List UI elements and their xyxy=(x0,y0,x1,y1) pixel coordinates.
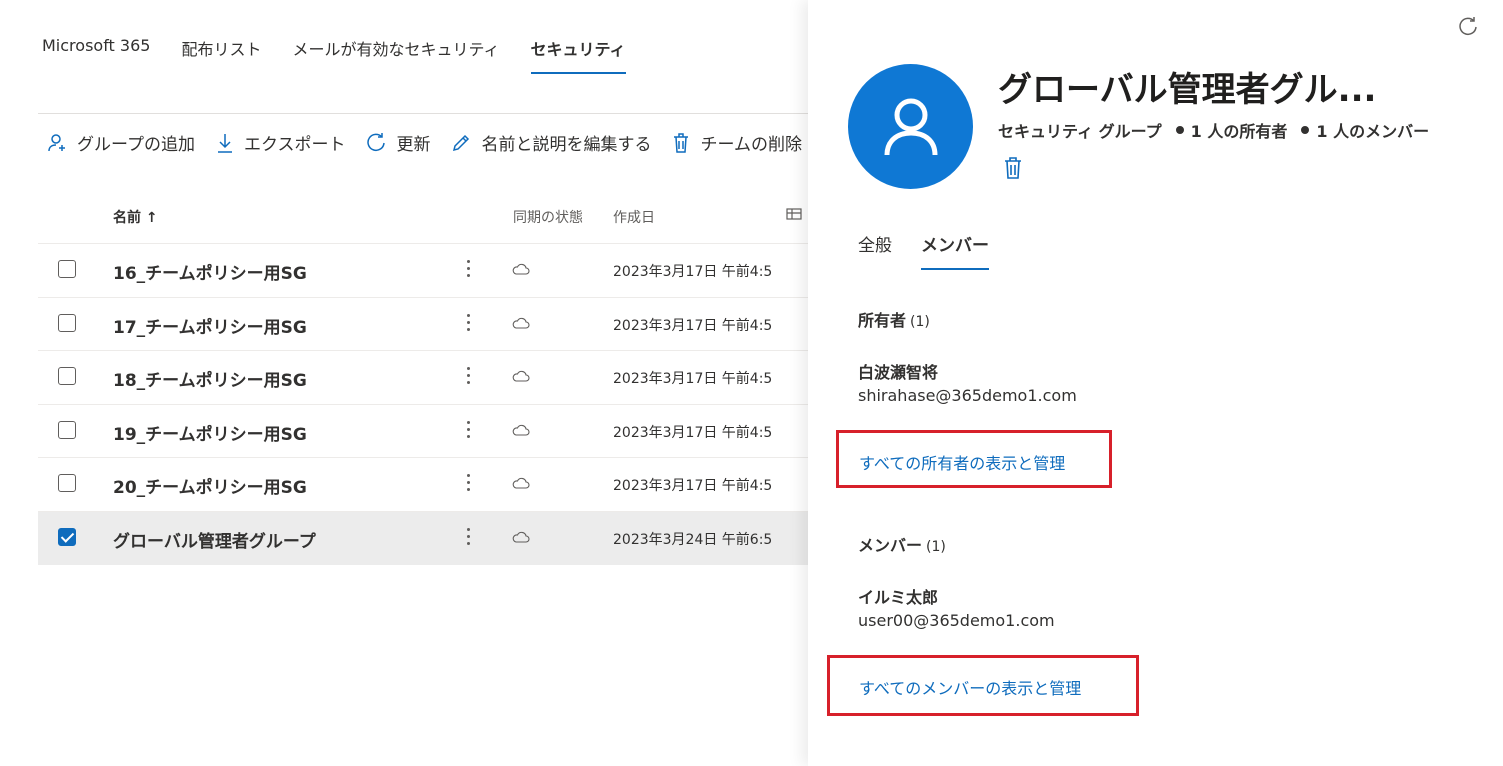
owners-count: 1 人の所有者 xyxy=(1190,122,1288,141)
group-name[interactable]: 17_チームポリシー用SG xyxy=(113,313,307,338)
group-details-panel: グローバル管理者グル... セキュリティ グループ 1 人の所有者 1 人のメン… xyxy=(808,0,1503,766)
delete-group-icon[interactable] xyxy=(1003,156,1023,184)
group-name[interactable]: 18_チームポリシー用SG xyxy=(113,366,307,391)
created-date: 2023年3月17日 午前4:55 xyxy=(613,371,773,387)
group-title: グローバル管理者グル... xyxy=(998,70,1377,110)
row-checkbox[interactable] xyxy=(58,474,76,492)
trash-icon xyxy=(674,132,689,153)
tab-distribution-list[interactable]: 配布リスト xyxy=(181,36,261,74)
tab-microsoft-365[interactable]: Microsoft 365 xyxy=(42,36,150,74)
members-heading-label: メンバー xyxy=(858,536,923,555)
column-options-icon[interactable] xyxy=(786,207,802,227)
table-row[interactable]: 20_チームポリシー用SG 2023年3月17日 午前4:55 xyxy=(38,457,808,511)
column-header-created[interactable]: 作成日 xyxy=(613,207,655,227)
download-icon xyxy=(217,133,232,153)
delete-team-label: チームの削除 xyxy=(700,135,802,155)
toolbar: グループの追加 エクスポート 更新 名前と説明を編集する チームの削除 xyxy=(46,130,808,155)
export-label: エクスポート xyxy=(243,135,346,155)
table-row[interactable]: 19_チームポリシー用SG 2023年3月17日 午前4:55 xyxy=(38,404,808,458)
row-checkbox[interactable] xyxy=(58,421,76,439)
row-checkbox[interactable] xyxy=(58,367,76,385)
created-date: 2023年3月24日 午前6:51 xyxy=(613,532,773,548)
cloud-icon xyxy=(512,260,530,279)
members-count: 1 人のメンバー xyxy=(1316,122,1430,141)
view-all-owners-link[interactable]: すべての所有者の表示と管理 xyxy=(859,450,1065,474)
more-options-icon[interactable] xyxy=(458,470,478,496)
owner-email: shirahase@365demo1.com xyxy=(858,386,1077,405)
created-date: 2023年3月17日 午前4:55 xyxy=(613,478,773,494)
table-row[interactable]: 17_チームポリシー用SG 2023年3月17日 午前4:55 xyxy=(38,297,808,351)
row-checkbox[interactable] xyxy=(58,314,76,332)
cloud-icon xyxy=(512,421,530,440)
cloud-icon xyxy=(512,314,530,333)
edit-name-label: 名前と説明を編集する xyxy=(481,135,652,155)
group-meta: セキュリティ グループ 1 人の所有者 1 人のメンバー xyxy=(998,118,1429,142)
bullet-icon xyxy=(1175,126,1184,134)
table-row[interactable]: グローバル管理者グループ 2023年3月24日 午前6:51 xyxy=(38,511,808,565)
export-button[interactable]: エクスポート xyxy=(215,130,346,155)
more-options-icon[interactable] xyxy=(458,524,478,550)
more-options-icon[interactable] xyxy=(458,363,478,389)
more-options-icon[interactable] xyxy=(458,310,478,336)
person-icon xyxy=(884,98,937,155)
pencil-icon xyxy=(453,134,470,151)
edit-name-button[interactable]: 名前と説明を編集する xyxy=(450,130,651,155)
panel-tabs: 全般 メンバー xyxy=(858,231,1018,270)
group-name[interactable]: 19_チームポリシー用SG xyxy=(113,420,307,445)
tab-members[interactable]: メンバー xyxy=(921,231,989,270)
refresh-label: 更新 xyxy=(396,135,431,155)
created-date: 2023年3月17日 午前4:55 xyxy=(613,318,773,334)
group-type: セキュリティ グループ xyxy=(998,122,1162,141)
more-options-icon[interactable] xyxy=(458,256,478,282)
created-date: 2023年3月17日 午前4:54 xyxy=(613,264,773,280)
group-name[interactable]: 20_チームポリシー用SG xyxy=(113,473,307,498)
row-checkbox[interactable] xyxy=(58,260,76,278)
bullet-icon xyxy=(1301,126,1310,134)
created-date: 2023年3月17日 午前4:55 xyxy=(613,425,773,441)
group-avatar xyxy=(848,64,973,189)
cloud-icon xyxy=(512,528,530,547)
cloud-icon xyxy=(512,474,530,493)
tab-security[interactable]: セキュリティ xyxy=(530,36,626,74)
tab-general[interactable]: 全般 xyxy=(858,231,892,270)
member-email: user00@365demo1.com xyxy=(858,611,1055,630)
members-heading-count: (1) xyxy=(926,539,946,555)
owners-heading: 所有者 (1) xyxy=(858,307,930,331)
members-heading: メンバー (1) xyxy=(858,532,946,556)
group-list-area: Microsoft 365 配布リスト メールが有効なセキュリティ セキュリティ… xyxy=(0,0,808,766)
table-row[interactable]: 16_チームポリシー用SG 2023年3月17日 午前4:54 xyxy=(38,243,808,297)
column-header-sync[interactable]: 同期の状態 xyxy=(513,207,583,227)
table-row[interactable]: 18_チームポリシー用SG 2023年3月17日 午前4:55 xyxy=(38,350,808,404)
member-name: イルミ太郎 xyxy=(858,588,939,607)
more-options-icon[interactable] xyxy=(458,417,478,443)
group-name[interactable]: 16_チームポリシー用SG xyxy=(113,259,307,284)
add-group-label: グループの追加 xyxy=(77,135,195,155)
refresh-button[interactable]: 更新 xyxy=(365,130,430,155)
column-header-name[interactable]: 名前 ↑ xyxy=(113,207,158,227)
panel-refresh-icon[interactable] xyxy=(1457,16,1479,42)
divider xyxy=(38,113,808,114)
cloud-icon xyxy=(512,367,530,386)
group-name[interactable]: グローバル管理者グループ xyxy=(113,527,316,552)
tab-mail-enabled-security[interactable]: メールが有効なセキュリティ xyxy=(292,36,499,74)
delete-team-button[interactable]: チームの削除 xyxy=(671,130,802,155)
add-person-icon xyxy=(48,133,65,151)
row-checkbox[interactable] xyxy=(58,528,76,546)
owner-name: 白波瀬智将 xyxy=(858,363,939,382)
add-group-button[interactable]: グループの追加 xyxy=(46,130,195,155)
refresh-icon xyxy=(367,132,386,151)
group-type-tabs: Microsoft 365 配布リスト メールが有効なセキュリティ セキュリティ xyxy=(42,36,657,74)
view-all-members-link[interactable]: すべてのメンバーの表示と管理 xyxy=(859,675,1081,699)
owners-heading-count: (1) xyxy=(910,314,930,330)
owners-heading-label: 所有者 xyxy=(858,311,907,330)
